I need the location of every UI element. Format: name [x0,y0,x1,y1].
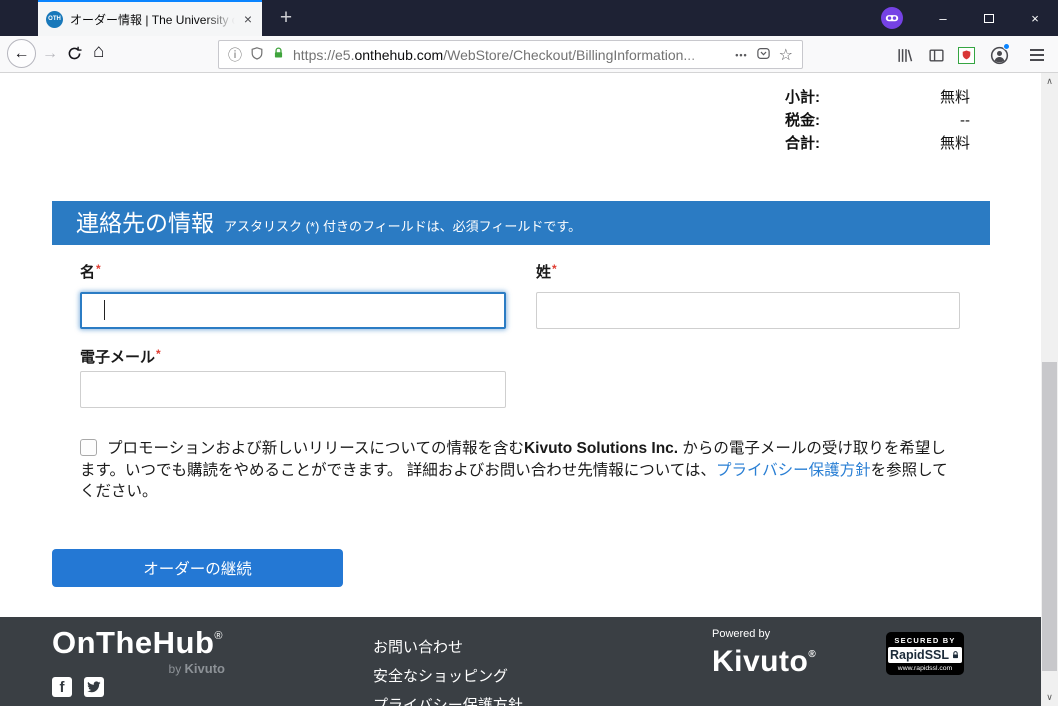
required-marker: * [552,262,557,276]
contact-info-section-header: 連絡先の情報 アスタリスク (*) 付きのフィールドは、必須フィールドです。 [52,201,990,245]
company-name: Kivuto Solutions Inc. [524,440,678,457]
tax-value: -- [820,109,970,132]
scrollbar-thumb[interactable] [1042,362,1057,671]
page-scrollbar[interactable]: ∧ ∨ [1041,73,1058,706]
continue-order-button[interactable]: オーダーの継続 [52,549,343,587]
close-window-button[interactable]: × [1012,0,1058,36]
summary-subtotal-row: 小計: 無料 [785,86,970,109]
summary-tax-row: 税金: -- [785,109,970,132]
page-content: 小計: 無料 税金: -- 合計: 無料 連絡先の情報 アスタリスク (*) 付… [0,73,1058,706]
ssl-brand: RapidSSL [888,647,962,663]
consent-segment: プロモーションおよび新しいリリースについての情報を含む [107,440,524,457]
safe-shopping-link[interactable]: 安全なショッピング [373,668,508,686]
sidebar-toggle-icon[interactable] [926,45,946,65]
contact-link[interactable]: お問い合わせ [373,639,463,657]
email-label: 電子メール* [80,346,161,367]
shield-extension-icon [958,47,975,64]
bookmark-star-icon[interactable]: ☆ [779,45,793,65]
tax-label: 税金: [785,109,820,132]
section-note: アスタリスク (*) 付きのフィールドは、必須フィールドです。 [224,216,581,235]
powered-by-kivuto-logo: Powered by Kivuto® [712,628,816,677]
email-input[interactable] [80,371,506,408]
total-label: 合計: [785,132,820,155]
first-name-label: 名* [80,261,101,282]
browser-tab[interactable]: OTH オーダー情報 | The University of T × [38,0,262,36]
by-kivuto-tagline: by Kivuto [52,661,225,676]
first-name-input[interactable] [80,292,506,329]
window-titlebar: OTH オーダー情報 | The University of T × + – × [0,0,1058,36]
marketing-consent-checkbox[interactable] [80,439,97,456]
ssl-lock-icon[interactable] [272,46,285,63]
ssl-lock-icon [951,650,960,660]
url-text: https://e5.onthehub.com/WebStore/Checkou… [293,47,727,63]
back-button[interactable]: ← [7,39,36,68]
required-marker: * [156,347,161,361]
facebook-icon[interactable]: f [52,677,72,697]
powered-by-label: Powered by [712,628,816,640]
subtotal-value: 無料 [820,86,970,109]
account-icon[interactable] [989,45,1009,65]
private-browsing-mask-icon [881,7,903,29]
adblock-extension-icon[interactable] [956,45,976,65]
navigation-toolbar: ← → ⌂ ⓘ https://e5.onthehub.com/WebStore… [0,36,1058,73]
privacy-policy-link[interactable]: プライバシー保護方針 [716,462,871,479]
tab-title: オーダー情報 | The University of T [70,11,235,28]
maximize-button[interactable] [966,0,1012,36]
total-value: 無料 [820,132,970,155]
scroll-up-arrow[interactable]: ∧ [1041,73,1058,90]
summary-total-row: 合計: 無料 [785,132,970,155]
rapidssl-badge[interactable]: SECURED BY RapidSSL www.rapidssl.com [886,632,964,675]
ssl-secured-by-label: SECURED BY [886,632,964,647]
page-actions-icon[interactable]: ••• [735,50,747,60]
reload-button[interactable] [66,45,83,67]
text-caret [104,300,105,320]
close-tab-icon[interactable]: × [242,12,254,26]
last-name-input[interactable] [536,292,960,329]
pocket-icon[interactable] [756,46,771,64]
order-summary: 小計: 無料 税金: -- 合計: 無料 [785,86,970,155]
onthehub-logo: OnTheHub® [52,625,223,661]
registered-mark: ® [214,630,223,642]
page-footer: OnTheHub® by Kivuto f お問い合わせ 安全なショッピング プ… [0,617,1058,706]
privacy-policy-footer-link[interactable]: プライバシー保護方針 [373,697,523,706]
social-icons: f [52,677,104,697]
url-bar[interactable]: ⓘ https://e5.onthehub.com/WebStore/Check… [218,40,803,69]
tracking-protection-shield-icon[interactable] [250,46,264,64]
menu-hamburger-icon[interactable] [1027,45,1047,65]
home-button[interactable]: ⌂ [93,43,104,61]
notification-dot [1003,43,1010,50]
minimize-button[interactable]: – [920,0,966,36]
last-name-label: 姓* [536,261,557,282]
page-info-icon[interactable]: ⓘ [228,45,242,65]
new-tab-button[interactable]: + [271,3,301,33]
site-favicon-icon: OTH [46,11,63,28]
library-icon[interactable] [894,45,914,65]
consent-text: プロモーションおよび新しいリリースについての情報を含むKivuto Soluti… [80,438,952,503]
subtotal-label: 小計: [785,86,820,109]
ssl-url: www.rapidssl.com [886,663,964,675]
twitter-icon[interactable] [84,677,104,697]
scroll-down-arrow[interactable]: ∨ [1041,689,1058,706]
registered-mark: ® [808,649,816,660]
section-title: 連絡先の情報 [76,201,214,245]
required-marker: * [96,262,101,276]
forward-button[interactable]: → [42,45,58,63]
maximize-icon [984,14,994,23]
